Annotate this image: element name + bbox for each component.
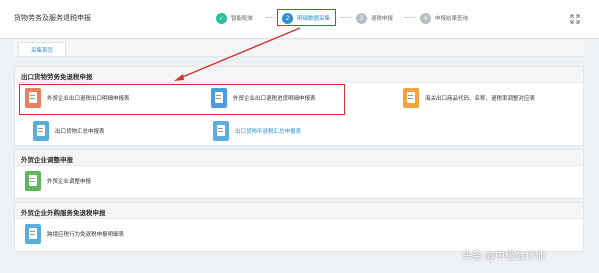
summary-icon — [33, 121, 49, 141]
section-adjustment: 外贸企业调整申报 外贸企业调整申报 — [14, 149, 584, 199]
section-title: 外贸企业外购服务免退税申报 — [21, 209, 106, 217]
watermark: 头条 @中级会计师 — [462, 251, 546, 262]
item-cross-border[interactable]: 跨境应税行为免退税申报明细表 — [25, 223, 124, 245]
app-title: 货物劳务及服务退税申报 — [14, 14, 91, 22]
section-header — [15, 150, 583, 166]
no-refund-icon — [213, 121, 229, 141]
step-number: 4 — [420, 12, 431, 24]
item-export-summary[interactable]: 出口货物汇总申报表 — [33, 120, 105, 142]
cross-border-icon — [25, 224, 41, 244]
step-label: 申报结果查询 — [435, 16, 469, 22]
item-customs-code-table[interactable]: 海关出口商品代码、名称、退税率调整对应表 — [403, 87, 535, 109]
expand-icon[interactable] — [570, 14, 580, 24]
item-no-refund-summary[interactable]: 出口货物不退税汇总申报表 — [213, 120, 301, 142]
step-label: 退税申报 — [371, 16, 394, 22]
step-4[interactable]: 4 申报结果查询 — [420, 11, 468, 25]
section-service-refund: 外贸企业外购服务免退税申报 跨境应税行为免退税申报明细表 — [14, 202, 584, 252]
table-icon — [403, 88, 419, 108]
adjust-icon — [25, 171, 41, 191]
highlight-box — [19, 84, 345, 115]
step-3[interactable]: 3 退税申报 — [356, 11, 393, 25]
step-number: 3 — [356, 12, 367, 24]
item-label: 跨境应税行为免退税申报明细表 — [47, 232, 125, 238]
item-label: 出口货物汇总申报表 — [55, 129, 105, 135]
step-connector — [340, 17, 352, 19]
section-title: 出口货物劳务免退税申报 — [21, 73, 93, 81]
step-1[interactable]: ✓ 智能配单 — [216, 11, 253, 25]
item-adjustment[interactable]: 外贸企业调整申报 — [25, 170, 91, 192]
item-label: 外贸企业调整申报 — [47, 179, 92, 185]
step-connector — [404, 17, 416, 19]
active-step-highlight — [277, 9, 336, 26]
item-label: 海关出口商品代码、名称、退税率调整对应表 — [425, 96, 536, 102]
tab-bar: 采集首页 — [14, 40, 584, 57]
item-label: 出口货物不退税汇总申报表 — [235, 129, 302, 135]
tab-collection-home[interactable]: 采集首页 — [18, 42, 66, 56]
step-label: 智能配单 — [231, 16, 254, 22]
section-title: 外贸企业调整申报 — [21, 156, 73, 164]
top-bar: 货物劳务及服务退税申报 ✓ 智能配单 2 明细数据采集 3 退税申报 4 申报结… — [0, 0, 599, 39]
section-header — [15, 67, 583, 83]
check-icon: ✓ — [216, 12, 227, 24]
